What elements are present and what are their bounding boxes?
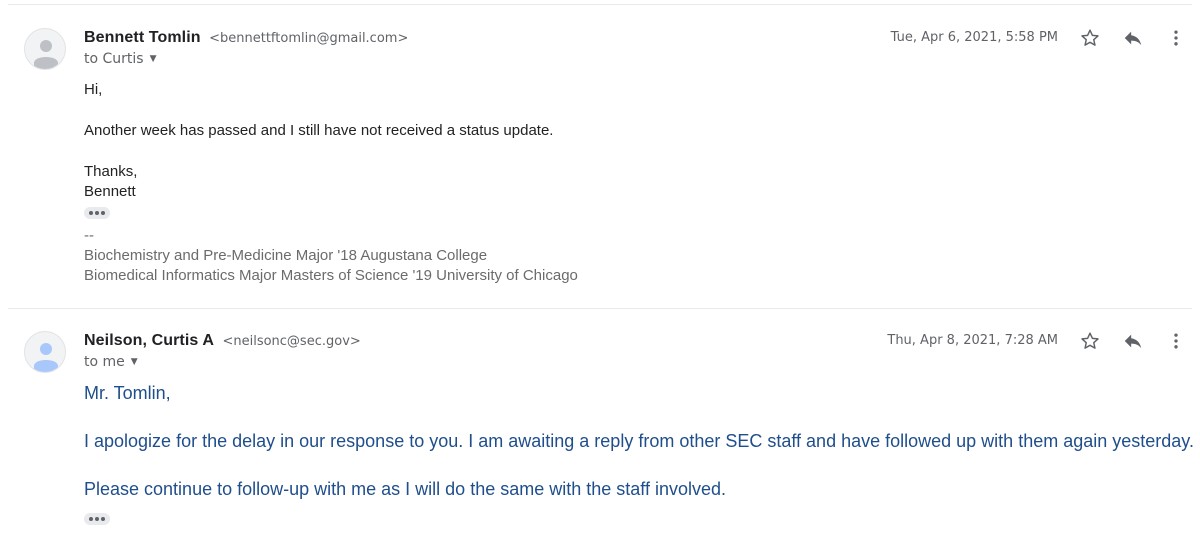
message-divider [8,308,1192,309]
more-vert-icon [1174,30,1178,46]
caret-down-icon: ▼ [149,54,157,64]
email-message-1: Bennett Tomlin <bennettftomlin@gmail.com… [0,28,1200,298]
sender-name[interactable]: Neilson, Curtis A [84,332,214,349]
message-timestamp: Thu, Apr 8, 2021, 7:28 AM [887,333,1058,348]
body-line: I apologize for the delay in our respons… [84,431,1194,451]
caret-down-icon: ▼ [130,357,138,367]
sender-line: Bennett Tomlin <bennettftomlin@gmail.com… [84,29,408,47]
sender-email: <neilsonc@sec.gov> [222,334,361,349]
sender-email: <bennettftomlin@gmail.com> [209,31,409,46]
recipients-label: to me [84,354,125,370]
sender-avatar[interactable] [24,28,66,70]
more-options-button[interactable] [1162,327,1190,355]
signature-line-2: Biomedical Informatics Major Masters of … [84,267,578,284]
person-icon [34,343,58,372]
show-trimmed-content-button[interactable] [84,207,110,219]
recipients-toggle[interactable]: to Curtis ▼ [84,51,157,67]
star-button[interactable] [1076,24,1104,52]
dot [89,211,93,215]
star-button[interactable] [1076,327,1104,355]
more-vert-icon [1174,333,1178,349]
dot [101,517,105,521]
recipients-toggle[interactable]: to me ▼ [84,354,138,370]
show-trimmed-content-button[interactable] [84,513,110,525]
email-message-2: Neilson, Curtis A <neilsonc@sec.gov> to … [0,331,1200,551]
sender-avatar[interactable] [24,331,66,373]
sender-line: Neilson, Curtis A <neilsonc@sec.gov> [84,332,361,350]
star-icon [1081,29,1099,46]
sender-name[interactable]: Bennett Tomlin [84,29,201,46]
person-icon [34,40,58,69]
top-divider [8,4,1192,5]
dot [95,211,99,215]
dot [95,517,99,521]
signoff: Bennett [84,183,136,200]
signature-separator: -- [84,227,94,244]
body-line-2: Please continue to follow-up with me as … [84,479,726,499]
dot [101,211,105,215]
signature-line-1: Biochemistry and Pre-Medicine Major '18 … [84,247,488,264]
recipients-label: to Curtis [84,51,144,67]
reply-button[interactable] [1119,24,1147,52]
greeting: Hi, [84,81,103,98]
body-line: Another week has passed and I still have… [84,122,554,139]
message-timestamp: Tue, Apr 6, 2021, 5:58 PM [890,30,1058,45]
closing: Thanks, [84,163,138,180]
star-icon [1081,332,1099,349]
reply-icon [1124,334,1142,349]
dot [89,517,93,521]
more-options-button[interactable] [1162,24,1190,52]
reply-button[interactable] [1119,327,1147,355]
reply-icon [1124,31,1142,46]
greeting: Mr. Tomlin, [84,383,171,403]
